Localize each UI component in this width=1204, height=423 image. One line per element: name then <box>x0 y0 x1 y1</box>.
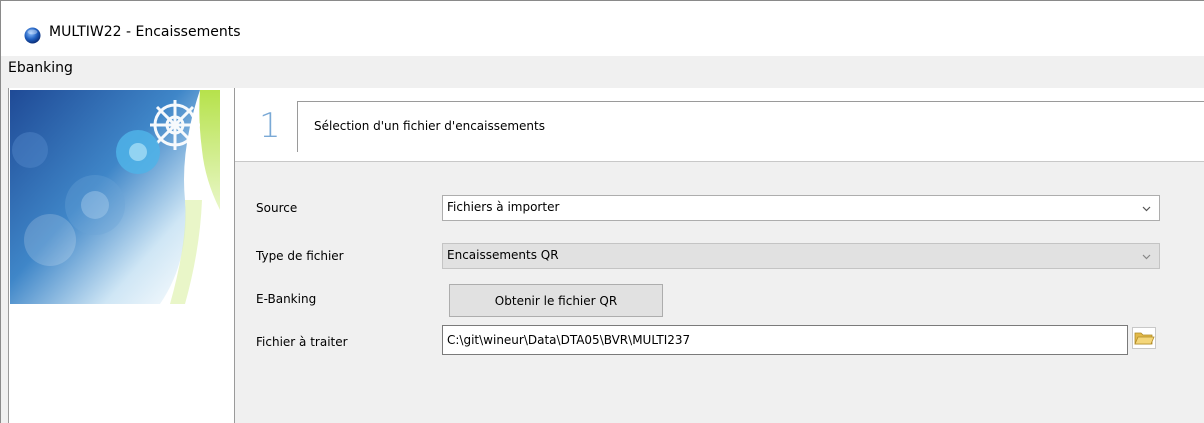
source-label: Source <box>256 201 298 215</box>
main-content: 1 Sélection d'un fichier d'encaissements… <box>235 88 1204 423</box>
step-title-box: Sélection d'un fichier d'encaissements <box>297 101 1204 152</box>
menu-bar: Ebanking <box>1 56 1204 82</box>
app-globe-icon <box>24 27 41 44</box>
title-bar: MULTIW22 - Encaissements <box>1 1 1204 56</box>
menu-item-ebanking[interactable]: Ebanking <box>8 60 73 76</box>
application-window: MULTIW22 - Encaissements Ebanking 1 Séle… <box>0 0 1204 423</box>
step-number: 1 <box>259 106 281 146</box>
file-type-select[interactable]: Encaissements QR <box>442 243 1160 269</box>
ebanking-label: E-Banking <box>256 292 317 306</box>
chevron-down-icon <box>1142 206 1151 212</box>
source-select-value: Fichiers à importer <box>447 200 560 214</box>
window-title: MULTIW22 - Encaissements <box>49 24 241 40</box>
chevron-down-icon <box>1142 254 1151 260</box>
folder-open-icon[interactable] <box>1132 327 1156 349</box>
source-select[interactable]: Fichiers à importer <box>442 195 1160 221</box>
file-type-label: Type de fichier <box>256 249 344 263</box>
get-qr-file-button[interactable]: Obtenir le fichier QR <box>449 284 663 317</box>
file-to-process-label: Fichier à traiter <box>256 335 348 349</box>
step-title: Sélection d'un fichier d'encaissements <box>314 119 545 133</box>
file-type-select-value: Encaissements QR <box>447 248 559 262</box>
gears-banner-image <box>10 90 220 304</box>
step-header: 1 Sélection d'un fichier d'encaissements <box>235 88 1204 162</box>
body-area: 1 Sélection d'un fichier d'encaissements… <box>1 82 1204 423</box>
side-panel <box>8 88 235 423</box>
file-path-value: C:\git\wineur\Data\DTA05\BVR\MULTI237 <box>447 333 691 347</box>
file-path-input[interactable]: C:\git\wineur\Data\DTA05\BVR\MULTI237 <box>442 325 1128 355</box>
